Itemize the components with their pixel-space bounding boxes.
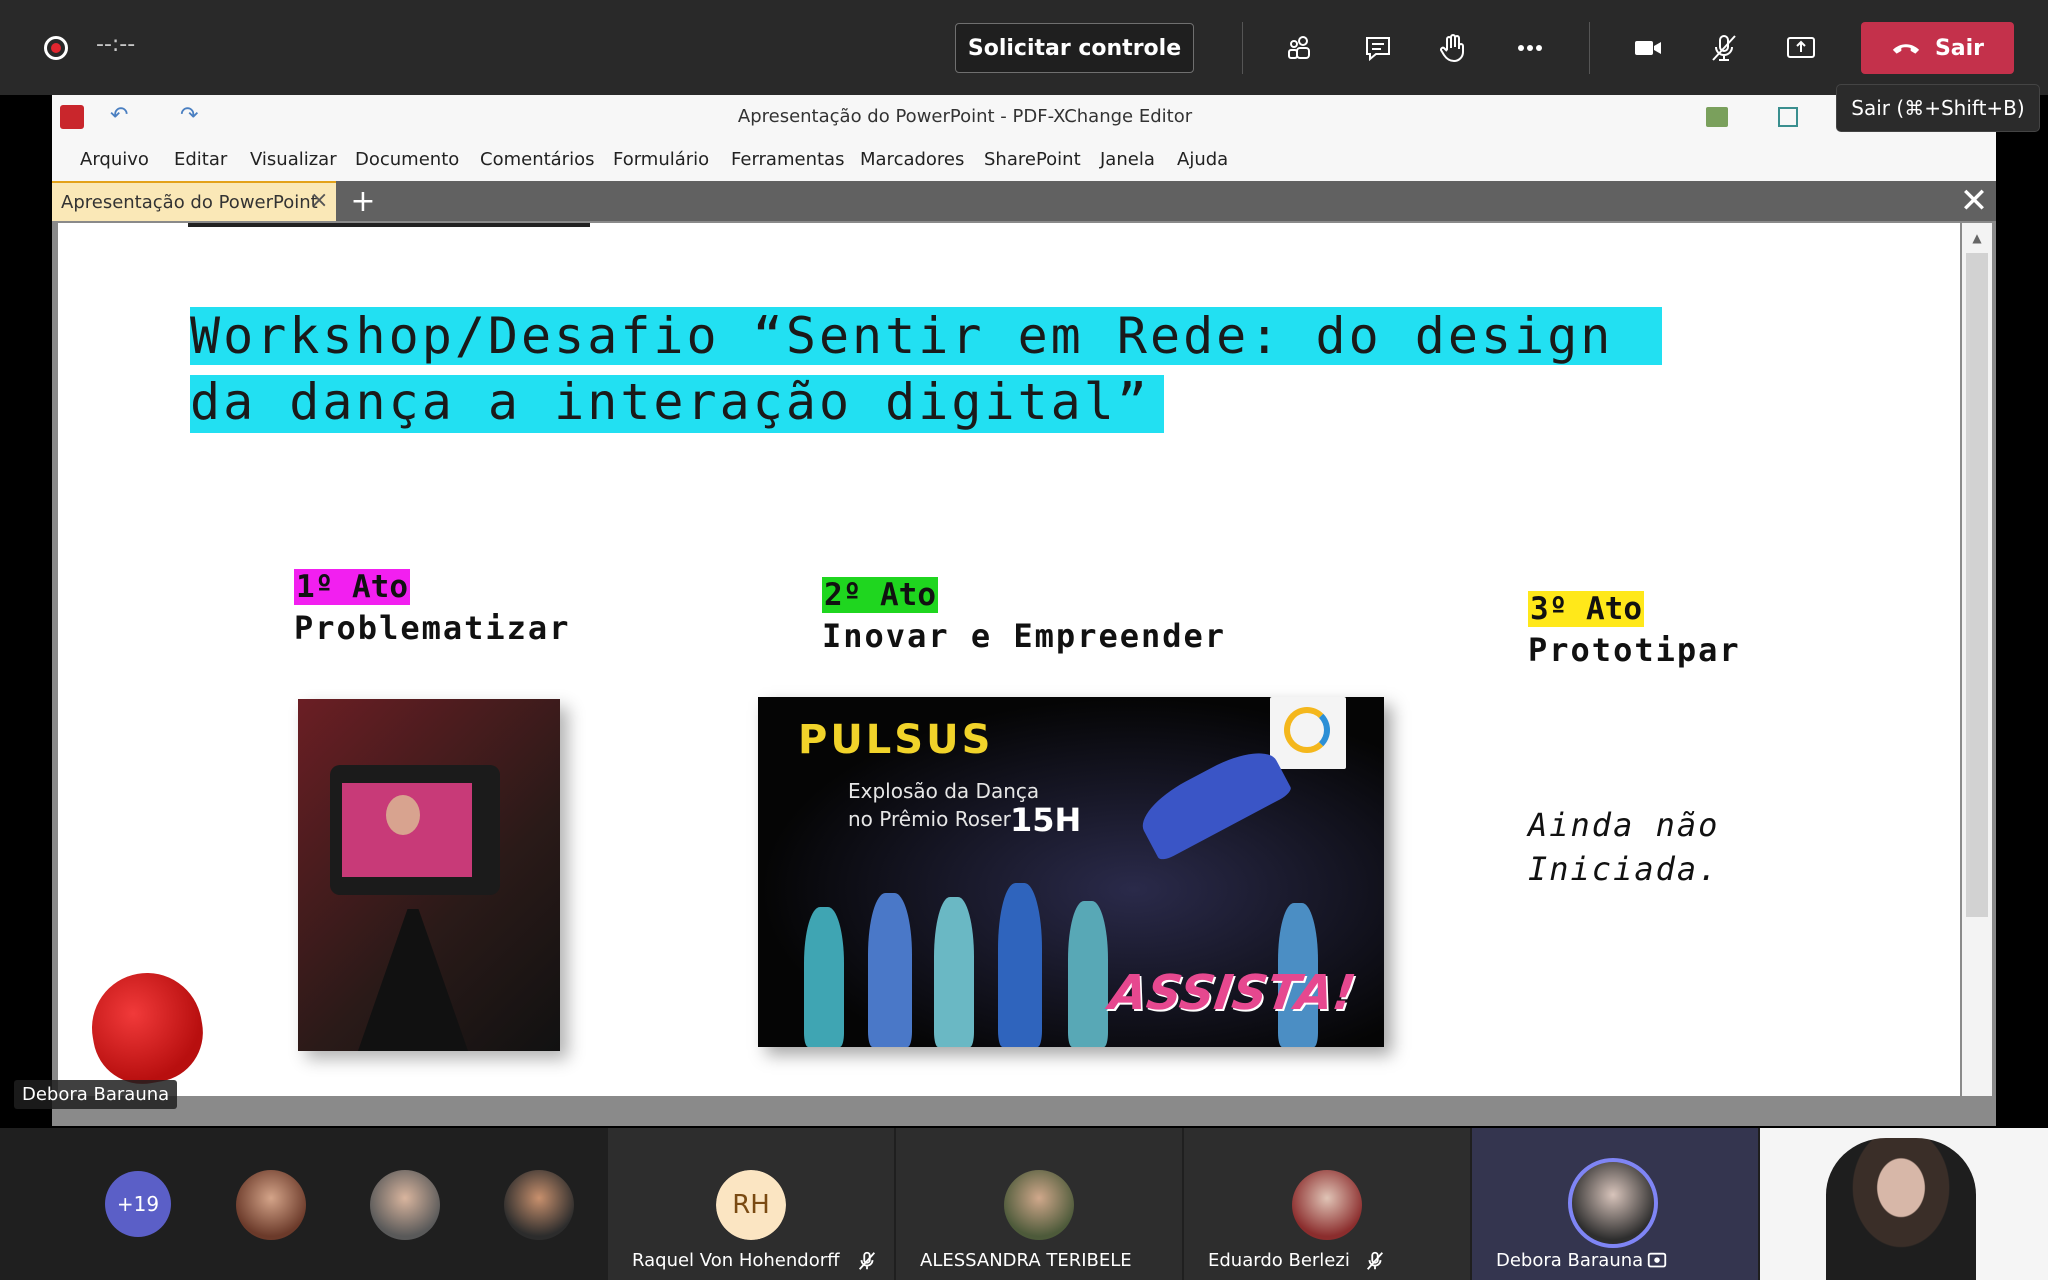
participants-icon[interactable] <box>1277 26 1321 70</box>
editor-title-bar: ↶ ↷ Apresentação do PowerPoint - PDF-XCh… <box>52 95 1996 139</box>
menu-bar: Arquivo Editar Visualizar Documento Come… <box>52 139 1996 182</box>
poster-subtitle: no Prêmio Roser <box>848 807 1011 831</box>
participant-tile[interactable]: ALESSANDRA TERIBELE <box>896 1128 1182 1280</box>
poster-subtitle: Explosão da Dança <box>848 779 1040 803</box>
self-video-tile[interactable] <box>1760 1128 2048 1280</box>
self-video-image <box>1826 1138 1976 1280</box>
menu-ajuda[interactable]: Ajuda <box>1177 149 1228 170</box>
fullscreen-icon[interactable] <box>1778 107 1798 127</box>
act-3-status-line: Iniciada. <box>1528 850 1720 888</box>
raise-hand-icon[interactable] <box>1431 26 1475 70</box>
page-top-line <box>188 223 590 227</box>
participant-name: Raquel Von Hohendorff <box>632 1250 840 1271</box>
menu-visualizar[interactable]: Visualizar <box>250 149 337 170</box>
document-tab[interactable]: Apresentação do PowerPoint × <box>52 181 336 221</box>
participant-tile[interactable]: Eduardo Berlezi <box>1184 1128 1470 1280</box>
act-3-tag: 3º Ato <box>1528 591 1644 627</box>
close-tab-icon[interactable]: × <box>310 188 328 213</box>
menu-documento[interactable]: Documento <box>355 149 459 170</box>
menu-sharepoint[interactable]: SharePoint <box>984 149 1081 170</box>
heart-image <box>83 964 211 1092</box>
dancer-figure <box>1068 901 1108 1047</box>
recording-icon <box>44 36 68 60</box>
new-tab-icon[interactable]: + <box>346 181 380 221</box>
dancer-figure <box>998 883 1042 1047</box>
mic-off-icon <box>1366 1251 1384 1270</box>
more-participants-button[interactable]: +19 <box>105 1171 171 1237</box>
participant-avatar[interactable] <box>236 1170 306 1240</box>
scroll-up-icon[interactable]: ▲ <box>1966 227 1988 249</box>
act-2-poster[interactable]: PULSUS Explosão da Dança no Prêmio Roser… <box>758 697 1384 1047</box>
meeting-toolbar: --:-- Solicitar controle Sair <box>0 0 2048 95</box>
participant-strip: +19 RH Raquel Von Hohendorff ALESSANDRA … <box>0 1128 2048 1280</box>
dancer-figure <box>934 897 974 1047</box>
participant-initials: RH <box>716 1170 786 1240</box>
dancer-figure <box>804 907 844 1047</box>
document-viewport[interactable]: Workshop/Desafio “Sentir em Rede: do des… <box>52 221 1996 1126</box>
tripod-image <box>358 909 468 1051</box>
participant-avatar <box>1004 1170 1074 1240</box>
act-3-status: Ainda não Iniciada. <box>1528 803 1719 891</box>
toolbar-divider <box>1242 22 1243 74</box>
act-3-name: Prototipar <box>1528 631 1741 669</box>
act-1-photo <box>298 699 560 1051</box>
face-image <box>386 795 420 835</box>
presenter-icon <box>1647 1252 1667 1268</box>
chat-icon[interactable] <box>1356 26 1400 70</box>
mic-off-icon <box>858 1251 876 1270</box>
meeting-timer: --:-- <box>96 32 136 57</box>
leave-button[interactable]: Sair <box>1861 22 2014 74</box>
window-title: Apresentação do PowerPoint - PDF-XChange… <box>737 106 1193 127</box>
slide-page: Workshop/Desafio “Sentir em Rede: do des… <box>58 223 1960 1096</box>
act-2-name: Inovar e Empreender <box>822 617 1227 655</box>
participant-avatar: RH <box>716 1170 786 1240</box>
dancer-figure <box>868 893 912 1047</box>
menu-comentarios[interactable]: Comentários <box>480 149 594 170</box>
toolbar-options-icon[interactable] <box>1706 107 1728 127</box>
participant-tile[interactable]: RH Raquel Von Hohendorff <box>608 1128 894 1280</box>
act-2-tag: 2º Ato <box>822 577 938 613</box>
request-control-button[interactable]: Solicitar controle <box>955 23 1194 73</box>
poster-title: PULSUS <box>798 717 994 763</box>
flipping-dancer-figure <box>1132 739 1294 863</box>
participant-avatar[interactable] <box>370 1170 440 1240</box>
participant-avatar[interactable] <box>504 1170 574 1240</box>
participant-name: Eduardo Berlezi <box>1208 1250 1350 1271</box>
menu-formulario[interactable]: Formulário <box>613 149 709 170</box>
more-icon[interactable] <box>1508 26 1552 70</box>
act-3-status-line: Ainda não <box>1528 806 1720 844</box>
participant-avatar <box>1292 1170 1362 1240</box>
participant-avatar <box>1568 1158 1658 1248</box>
poster-time: 15H <box>1010 801 1082 839</box>
share-screen-icon[interactable] <box>1779 26 1823 70</box>
menu-marcadores[interactable]: Marcadores <box>860 149 964 170</box>
scroll-thumb[interactable] <box>1966 253 1988 917</box>
slide-title-line-2: da dança a interação digital” <box>190 373 1150 431</box>
menu-janela[interactable]: Janela <box>1100 149 1155 170</box>
menu-ferramentas[interactable]: Ferramentas <box>731 149 844 170</box>
poster-cta: ASSISTA! <box>1106 965 1359 1021</box>
mic-off-icon[interactable] <box>1702 26 1746 70</box>
leave-label: Sair <box>1934 35 1985 61</box>
participant-name: ALESSANDRA TERIBELE <box>920 1250 1132 1271</box>
act-1-name: Problematizar <box>294 609 571 647</box>
hang-up-icon <box>1892 44 1920 54</box>
camera-icon[interactable] <box>1626 26 1670 70</box>
menu-editar[interactable]: Editar <box>174 149 227 170</box>
pdf-editor-window: ↶ ↷ Apresentação do PowerPoint - PDF-XCh… <box>52 95 1996 1126</box>
leave-tooltip: Sair (⌘+Shift+B) <box>1836 84 2040 132</box>
menu-arquivo[interactable]: Arquivo <box>80 149 149 170</box>
toolbar-divider <box>1589 22 1590 74</box>
vertical-scrollbar[interactable]: ▲ <box>1962 223 1992 1096</box>
participant-tile-presenting[interactable]: Debora Barauna <box>1472 1128 1758 1280</box>
premio-roser-logo-icon <box>1270 697 1346 769</box>
participant-name: Debora Barauna <box>1496 1250 1644 1271</box>
act-1-tag: 1º Ato <box>294 569 410 605</box>
document-tab-bar: Apresentação do PowerPoint × + ✕ <box>52 181 1996 221</box>
close-document-icon[interactable]: ✕ <box>1956 181 1992 221</box>
slide-title-line-1: Workshop/Desafio “Sentir em Rede: do des… <box>190 307 1614 365</box>
presenter-name-label: Debora Barauna <box>14 1080 178 1109</box>
document-tab-label: Apresentação do PowerPoint <box>61 192 318 213</box>
